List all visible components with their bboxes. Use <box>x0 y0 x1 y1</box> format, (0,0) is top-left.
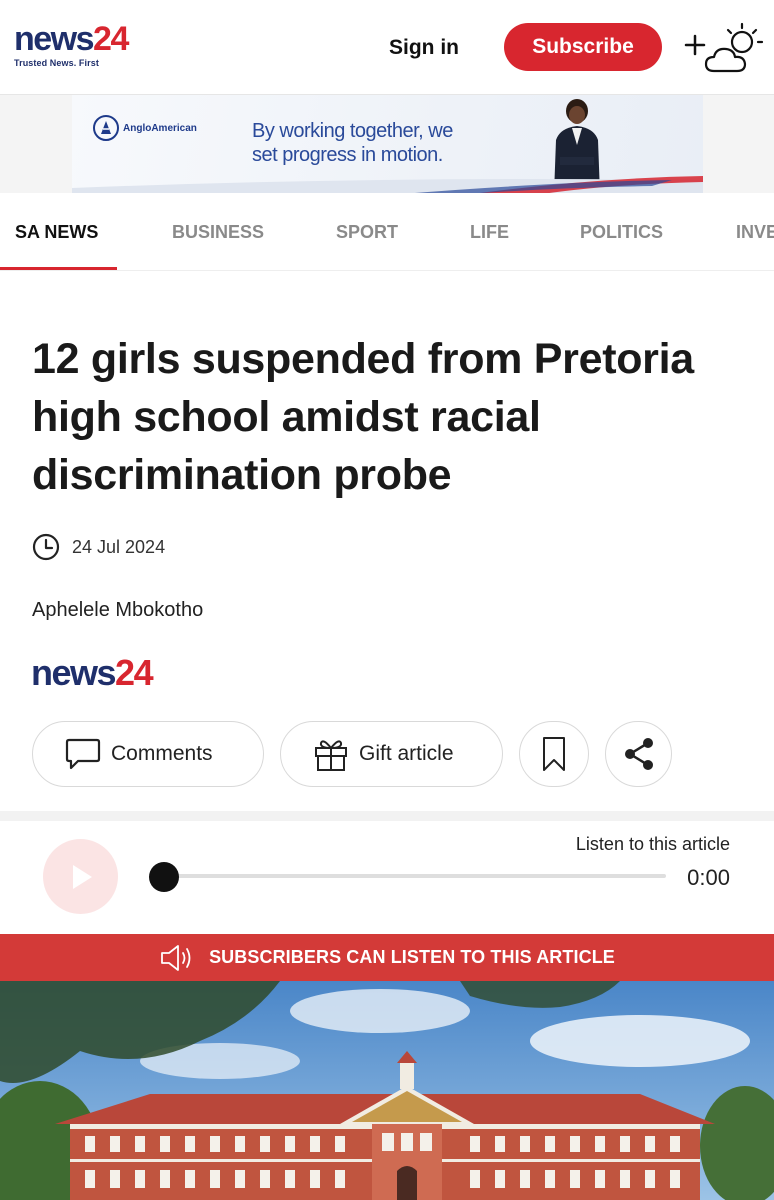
source-logo: news24 <box>31 652 154 693</box>
subscriber-listen-banner[interactable]: SUBSCRIBERS CAN LISTEN TO THIS ARTICLE <box>0 934 774 981</box>
gift-article-label: Gift article <box>359 742 454 765</box>
bookmark-button[interactable] <box>519 721 589 787</box>
subscriber-banner-text: SUBSCRIBERS CAN LISTEN TO THIS ARTICLE <box>209 947 615 967</box>
sign-in-link[interactable]: Sign in <box>389 36 459 60</box>
article-hero-image <box>0 981 774 1200</box>
logo-text-24: 24 <box>93 20 129 58</box>
play-icon <box>72 864 92 889</box>
site-header: news24 Trusted News. First Sign in Subsc… <box>0 0 774 94</box>
play-button[interactable] <box>43 839 118 914</box>
anglo-american-logo-icon <box>93 115 119 141</box>
nav-active-indicator <box>0 267 117 270</box>
ad-line-1: By working together, we <box>252 120 453 142</box>
gift-article-button[interactable]: Gift article <box>280 721 503 787</box>
bookmark-icon <box>543 737 565 771</box>
section-nav: SA NEWS BUSINESS SPORT LIFE POLITICS INV… <box>0 193 774 271</box>
ad-copy: By working together, we set progress in … <box>252 119 453 167</box>
school-building-photo <box>0 981 774 1200</box>
source-logo-24: 24 <box>115 652 154 693</box>
logo-tagline: Trusted News. First <box>14 58 99 68</box>
ad-line-2: set progress in motion. <box>252 144 443 166</box>
nav-item-business[interactable]: BUSINESS <box>172 222 264 243</box>
gift-icon <box>315 740 347 771</box>
ad-brand-name: AngloAmerican <box>123 122 197 134</box>
article-headline: 12 girls suspended from Pretoria high sc… <box>32 335 694 499</box>
comments-button[interactable]: Comments <box>32 721 264 787</box>
nav-item-investing[interactable]: INVE <box>736 222 774 243</box>
clock-icon <box>32 533 60 561</box>
logo-wordmark: news24 <box>14 20 129 58</box>
listen-label: Listen to this article <box>575 834 730 854</box>
nav-item-life[interactable]: LIFE <box>470 222 509 243</box>
audio-time: 0:00 <box>687 865 730 890</box>
comments-label: Comments <box>111 742 213 765</box>
news24-logo[interactable]: news24 Trusted News. First <box>14 20 129 68</box>
article-author[interactable]: Aphelele Mbokotho <box>32 599 203 622</box>
nav-item-sa-news[interactable]: SA NEWS <box>15 222 98 243</box>
logo-text-news: news <box>14 20 95 58</box>
nav-item-sport[interactable]: SPORT <box>336 222 398 243</box>
audio-player: Listen to this article 0:00 <box>0 821 774 934</box>
ad-brand: AngloAmerican <box>93 115 197 141</box>
audio-progress-track[interactable] <box>164 874 666 878</box>
nav-item-politics[interactable]: POLITICS <box>580 222 663 243</box>
ad-swoosh-graphic <box>72 176 703 194</box>
ad-banner-area: AngloAmerican By working together, we se… <box>0 94 774 194</box>
article-date-row: 24 Jul 2024 <box>32 532 165 562</box>
audio-progress-thumb[interactable] <box>149 862 179 892</box>
subscribe-button[interactable]: Subscribe <box>504 23 662 71</box>
section-divider <box>0 811 774 821</box>
source-logo-news: news <box>31 652 117 693</box>
subscribe-label: Subscribe <box>532 35 634 58</box>
speaker-icon <box>161 944 191 971</box>
add-weather-icon[interactable] <box>684 20 766 76</box>
advertisement[interactable]: AngloAmerican By working together, we se… <box>72 95 703 194</box>
article-date: 24 Jul 2024 <box>72 536 166 557</box>
comment-icon <box>65 738 101 770</box>
share-icon <box>624 738 653 770</box>
share-button[interactable] <box>605 721 672 787</box>
